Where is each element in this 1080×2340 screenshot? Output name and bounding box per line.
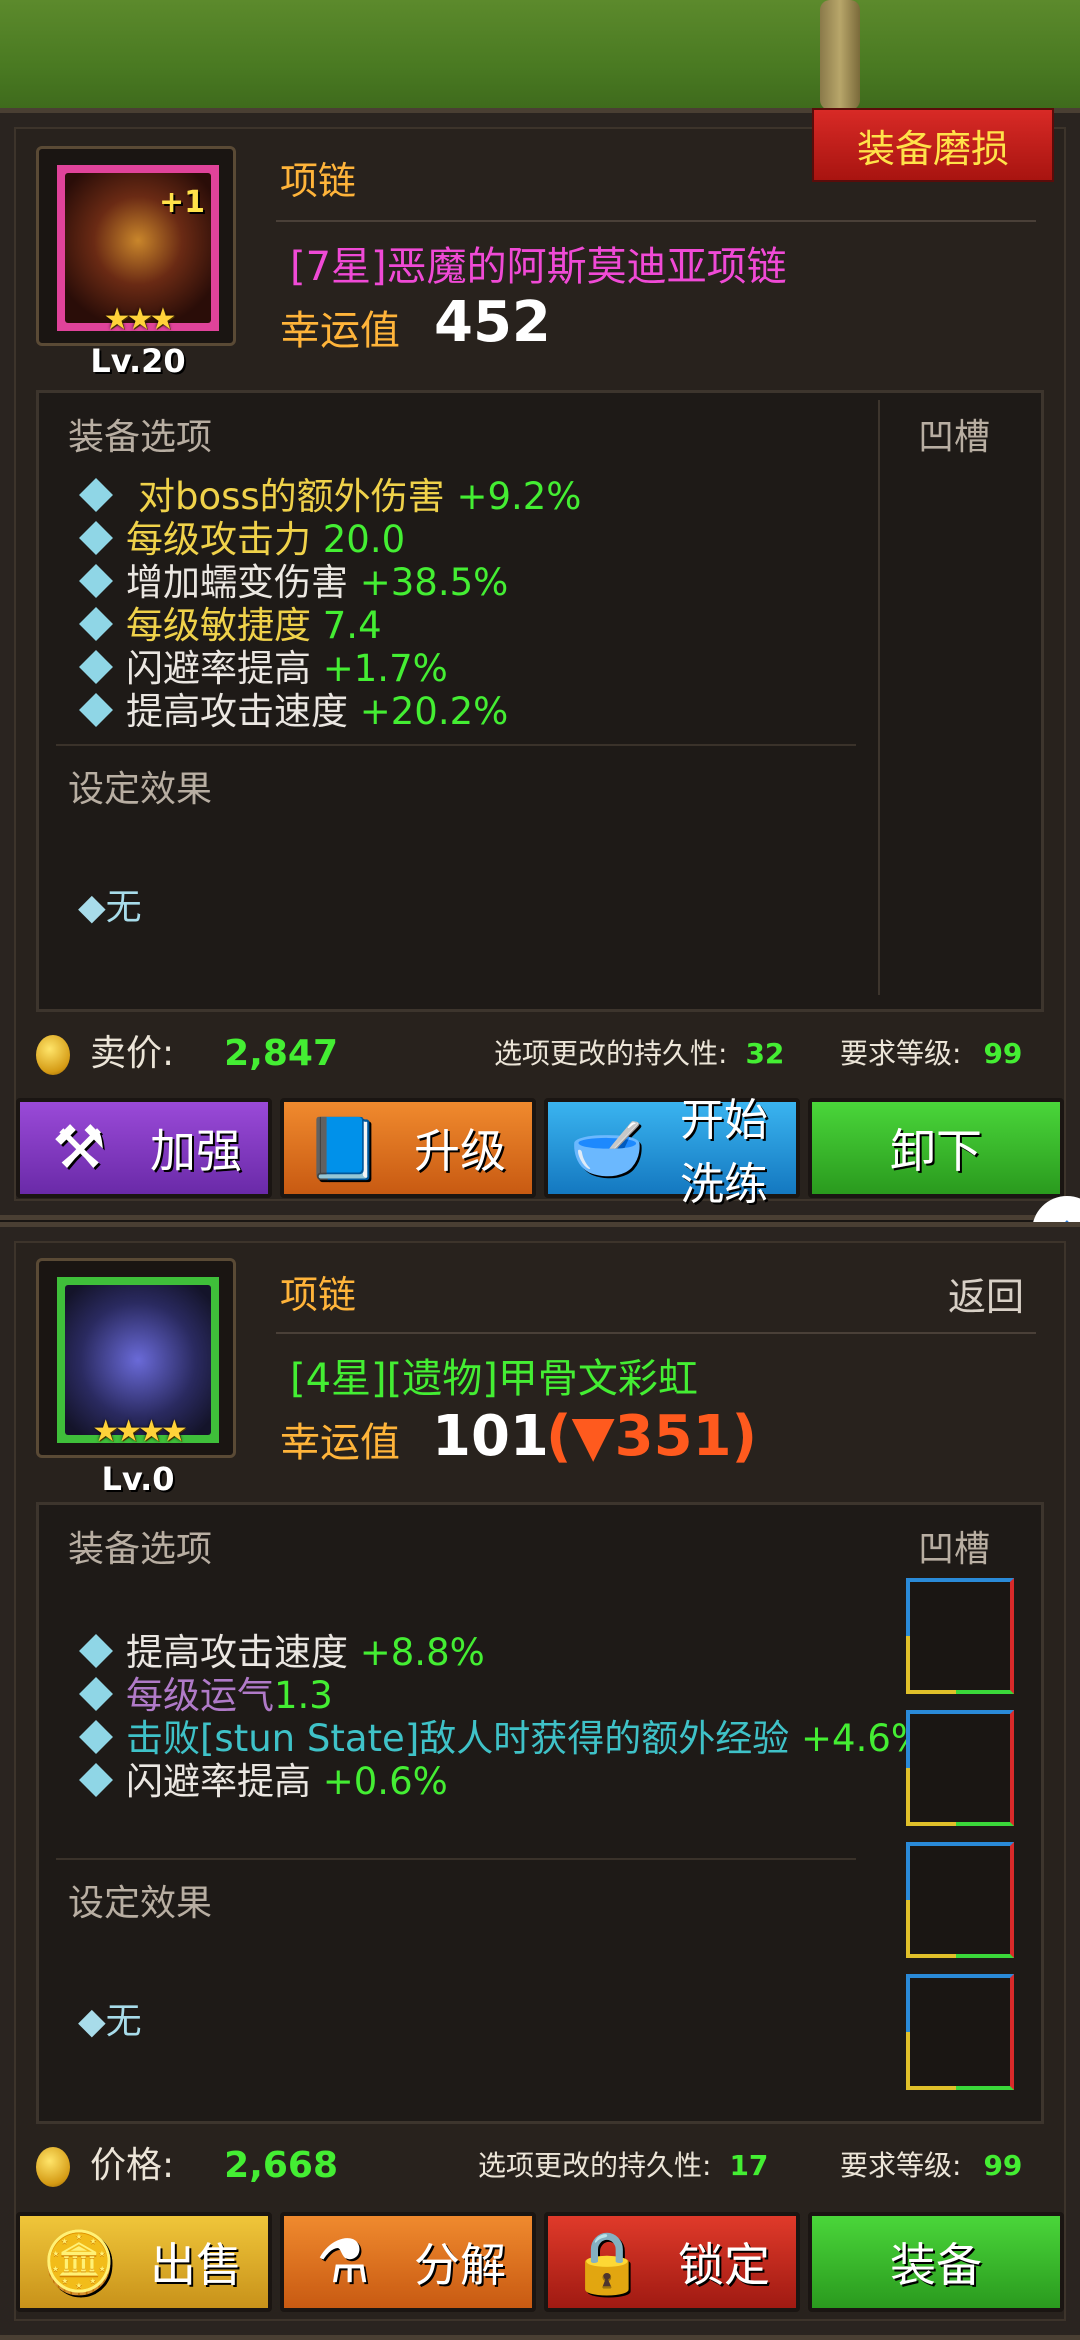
equip-button[interactable]: 装备	[808, 2212, 1064, 2312]
diamond-icon	[79, 1762, 113, 1797]
upgrade-button[interactable]: 📘 升级	[280, 1098, 536, 1198]
set-effect-value: ◆无	[78, 2001, 142, 2042]
item-name: [4星][遗物]甲骨文彩虹	[290, 1356, 698, 1402]
set-effect-label: 设定效果	[68, 769, 213, 810]
socket-slot[interactable]	[906, 1578, 1014, 1694]
item-category: 项链	[280, 1273, 357, 1317]
socket-slot[interactable]	[906, 1974, 1014, 2090]
option-row: 提高攻击速度 +20.2%	[79, 681, 508, 735]
options-label: 装备选项	[68, 1529, 213, 1570]
socket-label: 凹槽	[918, 1529, 991, 1570]
set-effect-label: 设定效果	[68, 1883, 213, 1924]
diamond-icon	[79, 477, 113, 512]
durability-row: 选项更改的持久性: 17	[478, 2149, 769, 2182]
unequip-button[interactable]: 卸下	[808, 1098, 1064, 1198]
price-label: 价格:	[90, 2145, 175, 2186]
diamond-icon	[79, 692, 113, 727]
back-button[interactable]: 返回	[948, 1266, 1024, 1321]
item-name: [7星]恶魔的阿斯莫迪亚项链	[290, 244, 787, 290]
bowl-icon: 🥣	[569, 1113, 645, 1184]
coins-icon: 🪙	[41, 2227, 117, 2298]
durability-row: 选项更改的持久性: 32	[494, 1037, 785, 1070]
game-background	[0, 0, 1080, 110]
socket-slot[interactable]	[906, 1842, 1014, 1958]
star-rating: ★★★★	[92, 1414, 188, 1449]
dismantle-button[interactable]: ⚗ 分解	[280, 2212, 536, 2312]
price-label: 卖价:	[90, 1033, 175, 1074]
coin-icon	[36, 1035, 70, 1075]
options-box	[36, 1502, 1044, 2124]
option-row: 闪避率提高 +0.6%	[79, 1751, 448, 1805]
divider	[56, 1858, 856, 1860]
divider	[276, 1332, 1036, 1334]
item-icon-frame[interactable]: +1 ★★★	[36, 146, 236, 346]
diamond-icon	[79, 520, 113, 555]
luck-label: 幸运值	[280, 1420, 400, 1466]
item-level: Lv.20	[90, 342, 186, 380]
item-level: Lv.0	[101, 1460, 175, 1498]
socket-label: 凹槽	[918, 417, 991, 458]
star-rating: ★★★	[103, 302, 177, 337]
wear-badge[interactable]: 装备磨损	[812, 108, 1054, 182]
luck-value: 452	[434, 290, 551, 355]
set-effect-value: ◆无	[78, 887, 142, 928]
luck-value: 101	[432, 1404, 549, 1469]
item-category: 项链	[280, 159, 357, 203]
socket-divider	[878, 400, 880, 995]
price-row: 卖价: 2,847	[36, 1024, 338, 1076]
book-icon: 📘	[305, 1113, 381, 1184]
refine-button[interactable]: 🥣 开始洗练	[544, 1095, 800, 1210]
crystal-necklace-icon	[65, 1285, 211, 1435]
diamond-icon	[79, 649, 113, 684]
required-level-row: 要求等级: 99	[840, 1037, 1023, 1070]
luck-difference: (▼351)	[546, 1404, 758, 1469]
diamond-icon	[79, 1633, 113, 1668]
enhance-button[interactable]: ⚒ 加强	[16, 1098, 272, 1198]
diamond-icon	[79, 1676, 113, 1711]
price-row: 价格: 2,668	[36, 2136, 338, 2188]
enhance-level: +1	[158, 185, 205, 220]
lock-icon: 🔒	[569, 2227, 645, 2298]
price-value: 2,847	[224, 1033, 339, 1074]
lock-button[interactable]: 🔒 锁定	[544, 2212, 800, 2312]
dirt-path	[820, 0, 860, 110]
cauldron-icon: ⚗	[316, 2227, 370, 2297]
diamond-icon	[79, 563, 113, 598]
options-label: 装备选项	[68, 417, 213, 458]
coin-icon	[36, 2147, 70, 2187]
diamond-icon	[79, 1719, 113, 1754]
item-icon-frame[interactable]: ★★★★	[36, 1258, 236, 1458]
anvil-icon: ⚒	[52, 1113, 106, 1183]
diamond-icon	[79, 606, 113, 641]
luck-label: 幸运值	[280, 308, 400, 354]
divider	[56, 744, 856, 746]
socket-slot[interactable]	[906, 1710, 1014, 1826]
price-value: 2,668	[224, 2145, 339, 2186]
divider	[276, 220, 1036, 222]
required-level-row: 要求等级: 99	[840, 2149, 1023, 2182]
sell-button[interactable]: 🪙 出售	[16, 2212, 272, 2312]
